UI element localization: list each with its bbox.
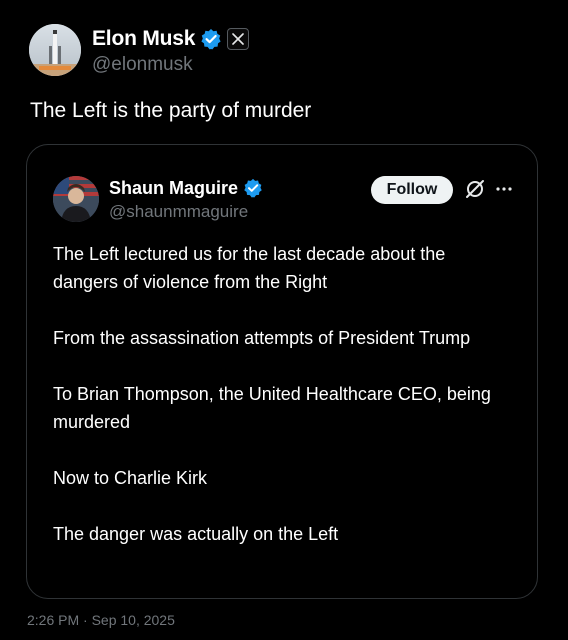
grok-icon[interactable] (464, 178, 486, 200)
author-name[interactable]: Elon Musk (92, 27, 195, 51)
quoted-post-card[interactable]: Shaun Maguire @shaunmmaguire Follow The … (26, 144, 538, 599)
quote-author-name[interactable]: Shaun Maguire (109, 178, 238, 199)
quote-paragraph: From the assassination attempts of Presi… (53, 328, 471, 348)
verified-badge-icon (243, 178, 263, 198)
quote-paragraph: The Left lectured us for the last decade… (53, 244, 446, 292)
author-name-row: Elon Musk (92, 26, 250, 52)
verified-badge-icon (200, 28, 222, 50)
quote-author-handle[interactable]: @shaunmmaguire (109, 202, 248, 222)
post: Elon Musk @elonmusk The Left is the part… (0, 0, 568, 640)
quote-author-avatar[interactable] (53, 176, 99, 222)
author-avatar[interactable] (29, 24, 81, 76)
quote-paragraph: To Brian Thompson, the United Healthcare… (53, 384, 491, 432)
follow-button[interactable]: Follow (371, 176, 453, 204)
rocket-avatar-image (29, 24, 81, 76)
quote-author-name-row: Shaun Maguire (109, 177, 263, 199)
quote-paragraph: The danger was actually on the Left (53, 524, 339, 544)
x-logo-icon (227, 28, 250, 50)
more-options-icon[interactable] (495, 181, 513, 197)
post-text: The Left is the party of murder (30, 99, 312, 122)
post-timestamp[interactable]: 2:26 PM · Sep 10, 2025 (27, 612, 175, 628)
author-handle[interactable]: @elonmusk (92, 54, 193, 76)
quote-paragraph: Now to Charlie Kirk (53, 468, 208, 488)
quoted-post-body: The Left lectured us for the last decade… (53, 240, 513, 548)
portrait-avatar-image (53, 176, 99, 222)
